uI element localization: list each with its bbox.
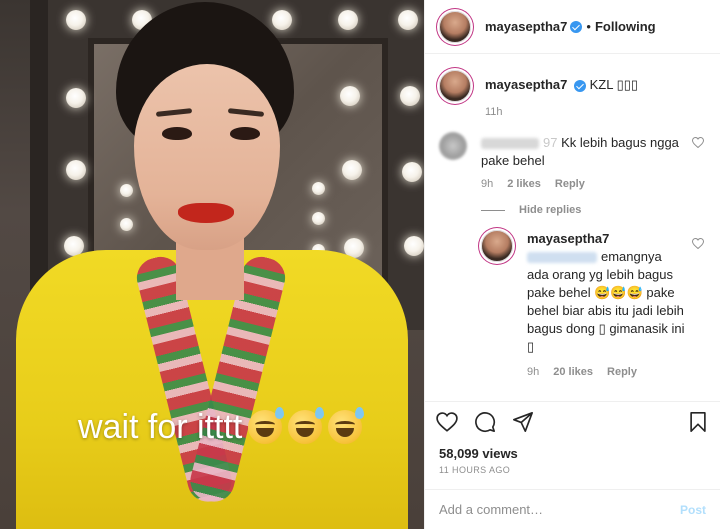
eye-right <box>230 127 260 140</box>
verified-badge-icon <box>570 20 583 33</box>
sweat-smile-emoji-icon <box>328 407 365 444</box>
woman-in-kebaya <box>0 0 424 529</box>
comment-time: 9h <box>481 178 494 190</box>
post-video[interactable]: wait for itttt <box>0 0 424 529</box>
reply-username[interactable]: mayaseptha7 <box>527 231 609 246</box>
post-caption: mayaseptha7 KZL ▯▯▯ 11h <box>439 70 706 118</box>
reply-time: 9h <box>527 366 540 378</box>
save-bookmark-icon[interactable] <box>686 410 710 434</box>
overlay-caption: wait for itttt <box>78 407 243 446</box>
eye-left <box>162 127 192 140</box>
instagram-post: wait for itttt mayaseptha7 • Following m… <box>0 0 720 529</box>
caption-text: KZL ▯▯▯ <box>589 77 639 92</box>
caption-username[interactable]: mayaseptha7 <box>485 77 567 92</box>
hide-replies-toggle[interactable]: Hide replies <box>481 204 706 216</box>
share-paper-plane-icon[interactable] <box>511 410 535 434</box>
commenter-username-fragment: 97 <box>543 135 558 150</box>
caption-avatar[interactable] <box>439 70 471 102</box>
reply-likes[interactable]: 20 likes <box>553 366 593 378</box>
caption-time: 11h <box>485 106 503 118</box>
reply-like-heart-icon[interactable] <box>692 238 704 249</box>
comments-list[interactable]: mayaseptha7 KZL ▯▯▯ 11h 97 Kk lebih bagu… <box>425 54 720 401</box>
comment-bubble-icon[interactable] <box>473 410 497 434</box>
author-avatar[interactable] <box>439 10 471 43</box>
like-heart-icon[interactable] <box>435 410 459 434</box>
following-button[interactable]: Following <box>595 19 656 34</box>
post-actions <box>425 401 720 441</box>
reply-item: mayaseptha7 emangnya ada orang yg lebih … <box>481 230 706 378</box>
divider-line <box>481 209 505 211</box>
comment-likes[interactable]: 2 likes <box>507 178 541 190</box>
reply-author-avatar[interactable] <box>481 230 513 262</box>
mentioned-user-blurred[interactable] <box>527 252 597 264</box>
post-timestamp[interactable]: 11 HOURS AGO <box>425 463 720 479</box>
add-comment-bar: Add a comment… Post <box>425 489 720 529</box>
separator-dot: • <box>586 19 591 34</box>
commenter-avatar-blurred[interactable] <box>439 132 467 160</box>
video-text-overlay: wait for itttt <box>78 405 365 449</box>
add-comment-input[interactable]: Add a comment… <box>439 502 543 517</box>
post-header: mayaseptha7 • Following <box>425 0 720 54</box>
author-username[interactable]: mayaseptha7 <box>485 19 567 34</box>
hide-replies-label: Hide replies <box>519 204 582 216</box>
post-side-panel: mayaseptha7 • Following mayaseptha7 KZL … <box>424 0 720 529</box>
commenter-username-blurred[interactable] <box>481 138 539 150</box>
view-count[interactable]: 58,099 views <box>425 441 720 463</box>
verified-badge-icon <box>574 79 587 92</box>
sweat-smile-emoji-icon <box>288 407 325 444</box>
post-comment-button[interactable]: Post <box>680 503 706 517</box>
comment-item: 97 Kk lebih bagus ngga pake behel 9h 2 l… <box>439 132 706 190</box>
sweat-smile-emoji-icon <box>248 407 285 444</box>
comment-reply-button[interactable]: Reply <box>555 178 585 190</box>
red-lips <box>178 203 234 223</box>
comment-like-heart-icon[interactable] <box>692 137 704 148</box>
reply-reply-button[interactable]: Reply <box>607 366 637 378</box>
reply-text: emangnya ada orang yg lebih bagus pake b… <box>527 249 685 354</box>
